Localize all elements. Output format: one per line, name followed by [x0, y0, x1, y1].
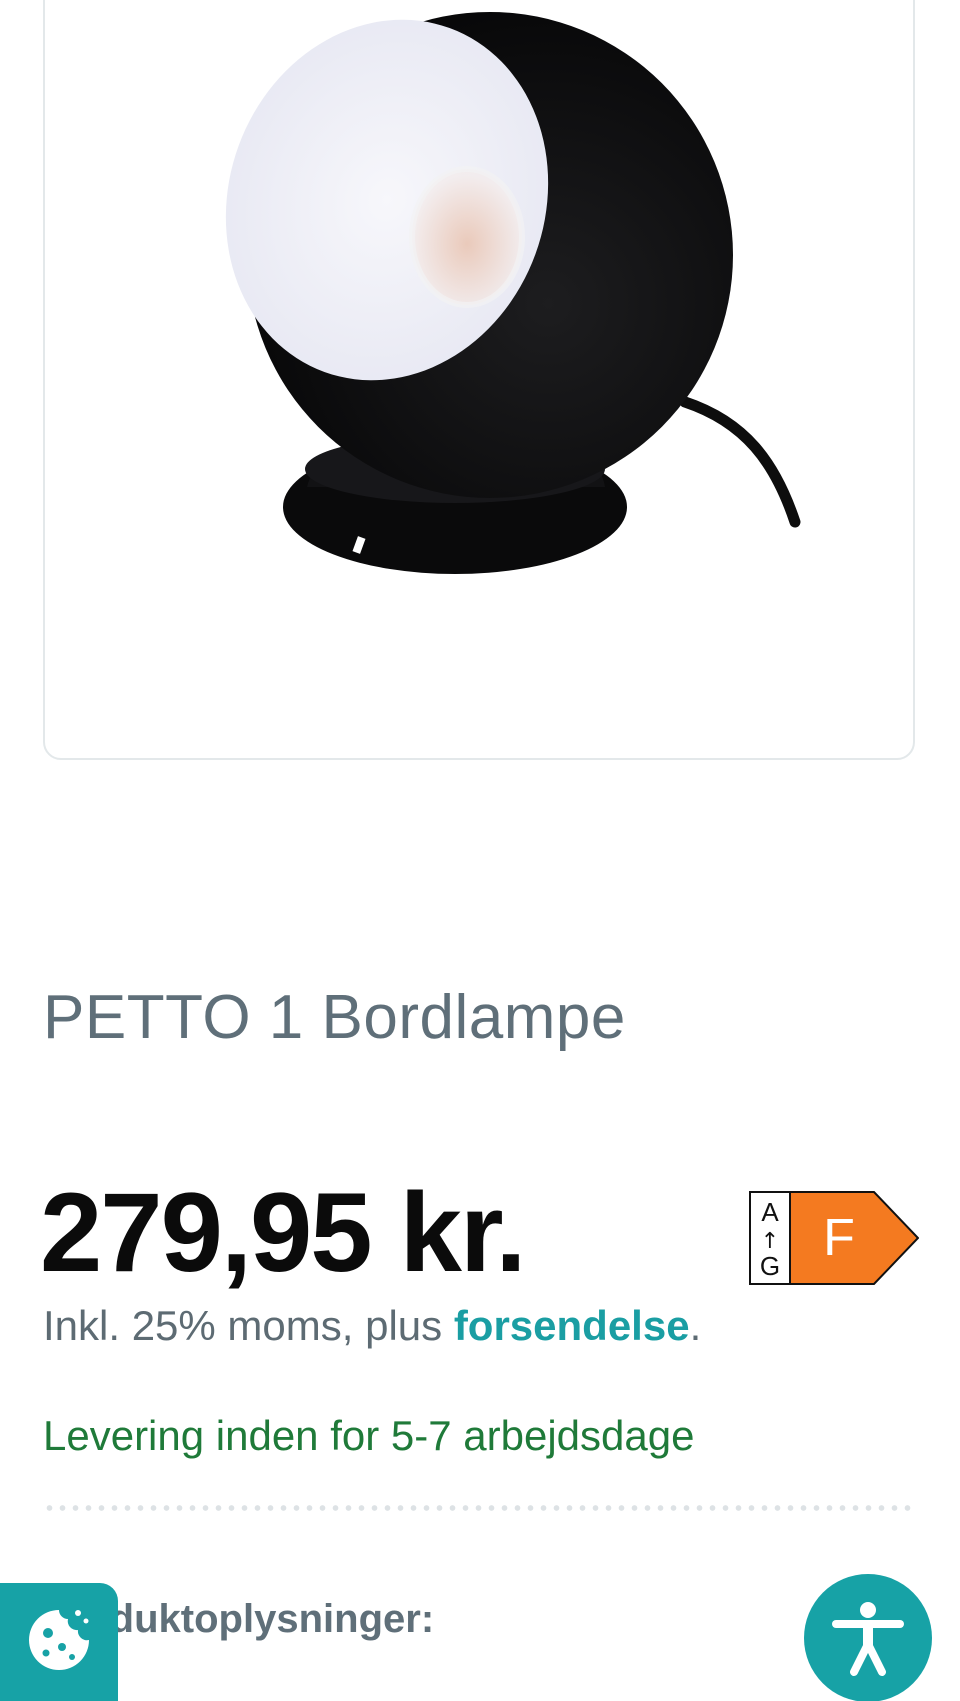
shipping-link[interactable]: forsendelse: [454, 1302, 690, 1349]
energy-label[interactable]: A ↑ G F: [749, 1191, 919, 1285]
energy-grade: F: [823, 1209, 855, 1267]
product-price: 279,95 kr.: [40, 1170, 526, 1295]
vat-line: Inkl. 25% moms, plus forsendelse.: [43, 1302, 701, 1350]
delivery-info: Levering inden for 5-7 arbejdsdage: [43, 1412, 695, 1459]
product-image: [225, 12, 801, 574]
cookie-settings-button[interactable]: [0, 1583, 118, 1701]
vat-text: Inkl. 25% moms, plus: [43, 1302, 454, 1349]
product-title: PETTO 1 Bordlampe: [43, 983, 626, 1052]
accessibility-button[interactable]: [804, 1574, 932, 1701]
product-image-card[interactable]: [43, 0, 915, 760]
accessibility-icon: [832, 1602, 904, 1676]
dotted-divider: [43, 1505, 915, 1511]
energy-scale-top: A: [761, 1197, 779, 1227]
cookie-icon: [29, 1610, 89, 1670]
energy-scale-bottom: G: [760, 1251, 780, 1281]
product-page: PETTO 1 Bordlampe 279,95 kr. A ↑ G F Ink…: [0, 0, 960, 1701]
vat-suffix: .: [689, 1302, 702, 1349]
